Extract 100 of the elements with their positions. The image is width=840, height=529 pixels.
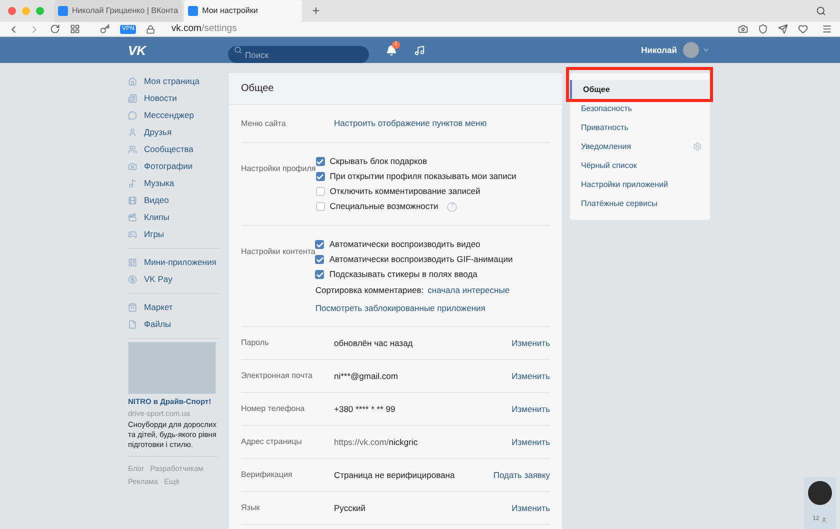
- checkbox[interactable]: [316, 187, 325, 196]
- menu-icon[interactable]: [822, 24, 832, 34]
- setting-label: Электронная почта: [241, 370, 314, 382]
- close-window-icon[interactable]: [8, 7, 16, 15]
- vk-favicon-icon: [58, 6, 68, 16]
- setting-label: Настройки контента: [241, 247, 316, 256]
- nav-item[interactable]: Мини-приложения: [128, 254, 220, 272]
- checkbox[interactable]: [316, 157, 325, 166]
- gamepad-icon: [128, 230, 137, 240]
- checkbox[interactable]: [316, 172, 325, 182]
- search-field[interactable]: Поиск: [228, 46, 369, 64]
- nav-item[interactable]: Фотографии: [128, 158, 220, 176]
- nav-item[interactable]: Новости: [128, 90, 220, 108]
- change-link[interactable]: Изменить: [512, 370, 550, 382]
- reload-icon[interactable]: [50, 24, 60, 34]
- bell-icon[interactable]: [386, 44, 397, 56]
- setting-value: +380 **** * ** 99: [334, 402, 396, 416]
- setting-value: обновлён час назад: [334, 336, 414, 350]
- panel-title: Общее: [241, 82, 274, 96]
- grid-icon: [128, 258, 137, 268]
- checkbox-label: При открытии профиля показывать мои записи: [330, 170, 516, 184]
- setting-label: Верификация: [241, 469, 294, 481]
- change-link[interactable]: Изменить: [512, 436, 550, 448]
- music-note-icon: [128, 179, 137, 188]
- chat-bubble-icon: [128, 111, 137, 120]
- nav-item[interactable]: Моя страница: [128, 73, 220, 90]
- checkbox-label: Автоматически воспроизводить GIF-анимации: [329, 253, 513, 266]
- grid-icon[interactable]: [70, 24, 80, 34]
- checkbox[interactable]: [315, 270, 324, 280]
- settings-link[interactable]: Настроить отображение пунктов меню: [334, 117, 487, 130]
- address-bar-url[interactable]: vk.com/settings: [171, 22, 237, 36]
- home-icon: [128, 77, 137, 86]
- new-tab-button[interactable]: +: [304, 1, 328, 21]
- setting-value: Страница не верифицирована: [334, 468, 456, 482]
- nav-item[interactable]: Клипы: [128, 209, 220, 226]
- change-link[interactable]: Изменить: [512, 402, 550, 416]
- nav-item[interactable]: Музыка: [128, 175, 220, 192]
- setting-label: Язык: [241, 502, 261, 514]
- checkbox[interactable]: [315, 240, 324, 250]
- vk-logo[interactable]: VK: [128, 40, 228, 60]
- checkbox-label: Подсказывать стикеры в полях ввода: [329, 268, 478, 282]
- setting-label: Меню сайта: [241, 118, 287, 130]
- setting-value: https://vk.com/nickgric: [334, 436, 419, 448]
- lock-icon: [146, 24, 156, 34]
- person-icon: [821, 516, 828, 523]
- menu-item[interactable]: Безопасность: [570, 99, 710, 118]
- nav-item[interactable]: Маркет: [128, 299, 220, 316]
- checkbox-label: Отключить комментирование записей: [330, 185, 480, 198]
- browser-tab[interactable]: Николай Грицаенко | ВКонта: [54, 0, 182, 22]
- change-link[interactable]: Подать заявку: [493, 468, 550, 482]
- user-name[interactable]: Николай: [641, 44, 677, 57]
- search-icon: [234, 46, 242, 54]
- coin-icon: [128, 275, 137, 284]
- file-icon: [128, 320, 137, 330]
- setting-value: ni***@gmail.com: [334, 370, 399, 382]
- film-icon: [128, 196, 137, 206]
- checkbox[interactable]: [316, 202, 325, 212]
- browser-tab[interactable]: Мои настройки: [184, 0, 302, 22]
- sort-link[interactable]: сначала интересные: [428, 284, 510, 298]
- setting-value: Русский: [334, 502, 367, 514]
- nav-item[interactable]: Сообщества: [128, 141, 220, 158]
- setting-label: Адрес страницы: [241, 436, 303, 448]
- person-icon: [128, 128, 137, 138]
- newspaper-icon: [128, 94, 137, 104]
- vk-favicon-icon: [188, 6, 198, 16]
- blocked-apps-link[interactable]: Посмотреть заблокированные приложения: [315, 302, 513, 315]
- nav-item[interactable]: Игры: [128, 226, 220, 244]
- change-link[interactable]: Изменить: [512, 502, 550, 514]
- nav-item[interactable]: VK Pay: [128, 271, 220, 288]
- menu-item[interactable]: Платёжные сервисы: [570, 194, 710, 214]
- setting-label: Номер телефона: [241, 403, 306, 415]
- menu-item[interactable]: Настройки приложений: [570, 175, 710, 194]
- send-icon[interactable]: [778, 24, 788, 34]
- clapperboard-icon: [128, 213, 137, 222]
- menu-item[interactable]: Чёрный список: [570, 156, 710, 176]
- camera-icon[interactable]: [738, 24, 748, 34]
- heart-icon[interactable]: [798, 24, 808, 34]
- avatar-silhouette: [808, 481, 832, 506]
- shield-icon[interactable]: [758, 24, 768, 34]
- menu-item[interactable]: Приватность: [570, 118, 710, 138]
- people-icon: [128, 145, 137, 154]
- camera-icon: [128, 162, 137, 172]
- checkbox[interactable]: [315, 255, 324, 264]
- nav-item[interactable]: Мессенджер: [128, 107, 220, 124]
- setting-label: Настройки профиля: [241, 164, 316, 174]
- menu-item[interactable]: Уведомления: [570, 137, 710, 156]
- nav-item[interactable]: Друзья: [128, 124, 220, 142]
- nav-item[interactable]: Файлы: [128, 316, 220, 334]
- setting-label: Пароль: [241, 337, 270, 349]
- key-icon[interactable]: [100, 24, 110, 34]
- sort-label: Сортировка комментариев:: [315, 284, 424, 298]
- menu-item[interactable]: Общее: [570, 80, 710, 100]
- change-link[interactable]: Изменить: [512, 336, 550, 350]
- nav-item[interactable]: Видео: [128, 192, 220, 210]
- bag-icon: [128, 303, 137, 312]
- search-icon[interactable]: [816, 6, 826, 16]
- music-note-icon[interactable]: [414, 44, 425, 56]
- checkbox-label: Скрывать блок подарков: [330, 155, 428, 168]
- checkbox-label: Специальные возможности: [330, 200, 438, 214]
- checkbox-label: Автоматически воспроизводить видео: [329, 238, 480, 252]
